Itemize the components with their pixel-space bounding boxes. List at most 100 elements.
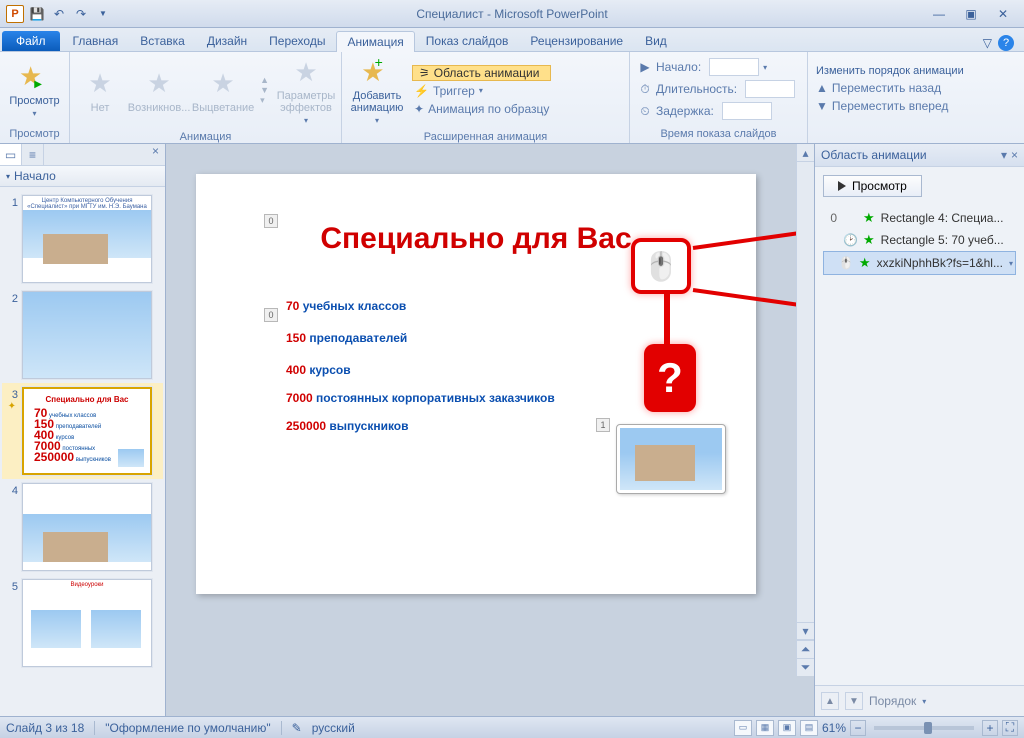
quick-access-toolbar: P 💾 ↶ ↷ ▼ bbox=[0, 5, 112, 23]
status-bar: Слайд 3 из 18 "Оформление по умолчанию" … bbox=[0, 716, 1024, 738]
duration-icon: ⏱ bbox=[638, 82, 652, 96]
prev-slide-icon[interactable]: ⏶ bbox=[797, 640, 814, 658]
effect-none[interactable]: ★Нет bbox=[76, 66, 124, 116]
animation-painter-button[interactable]: ✦Анимация по образцу bbox=[412, 101, 551, 117]
pane-close-icon[interactable]: × bbox=[1011, 148, 1018, 162]
scroll-up-icon[interactable]: ▴ bbox=[797, 144, 814, 162]
delay-icon: ⏲ bbox=[638, 104, 652, 118]
effect-options-button[interactable]: ★Параметры эффектов▾ bbox=[277, 54, 335, 127]
help-icon[interactable]: ? bbox=[998, 35, 1014, 51]
timing-start[interactable]: ▶Начало:▾ bbox=[636, 57, 797, 77]
tab-insert[interactable]: Вставка bbox=[129, 30, 196, 51]
fit-to-window-icon[interactable]: ⛶ bbox=[1002, 720, 1018, 736]
trigger-button[interactable]: ⚡Триггер ▾ bbox=[412, 83, 551, 99]
thumbnail-3[interactable]: 3✦ Специально для Вас 70 учебных классов… bbox=[2, 383, 163, 479]
zoom-out-button[interactable]: − bbox=[850, 720, 866, 736]
slides-panel: ▭ ≡ × ▾Начало 1 Центр Компьютерного Обуч… bbox=[0, 144, 166, 716]
next-slide-icon[interactable]: ⏷ bbox=[797, 658, 814, 676]
group-timing: ▶Начало:▾ ⏱Длительность: ⏲Задержка: Врем… bbox=[630, 52, 808, 143]
add-animation-button[interactable]: ★+Добавить анимацию▾ bbox=[348, 54, 406, 127]
group-animation: ★Нет ★Возникнов... ★Выцветание ▲▼▾ ★Пара… bbox=[70, 52, 342, 143]
minimize-button[interactable]: ― bbox=[928, 7, 950, 21]
title-bar: P 💾 ↶ ↷ ▼ Специалист - Microsoft PowerPo… bbox=[0, 0, 1024, 28]
save-icon[interactable]: 💾 bbox=[28, 5, 46, 23]
effect-star-icon: ★ bbox=[859, 255, 871, 271]
reorder-up-icon[interactable]: ▲ bbox=[821, 692, 839, 710]
start-input[interactable] bbox=[709, 58, 759, 76]
zoom-slider[interactable] bbox=[874, 726, 974, 730]
ribbon-minimize-icon[interactable]: ▽ bbox=[983, 36, 992, 50]
tab-view[interactable]: Вид bbox=[634, 30, 678, 51]
file-tab[interactable]: Файл bbox=[2, 31, 60, 51]
animation-pane-icon: ⚞ bbox=[419, 66, 430, 80]
thumbnails-list[interactable]: 1 Центр Компьютерного Обучения «Специали… bbox=[0, 187, 165, 716]
thumbnail-4[interactable]: 4 bbox=[2, 479, 163, 575]
anim-item-2[interactable]: 🕑 ★ Rectangle 5: 70 учеб... bbox=[823, 229, 1016, 251]
painter-icon: ✦ bbox=[414, 102, 424, 116]
tab-slideshow[interactable]: Показ слайдов bbox=[415, 30, 520, 51]
zoom-in-button[interactable]: + bbox=[982, 720, 998, 736]
canvas-scrollbar[interactable]: ▴ ▾ ⏶⏷ bbox=[796, 144, 814, 676]
status-language[interactable]: русский bbox=[312, 721, 355, 735]
gallery-scroll[interactable]: ▲▼▾ bbox=[258, 75, 271, 106]
effect-star-icon: ★ bbox=[863, 232, 875, 248]
group-reorder: Изменить порядок анимации ▲Переместить н… bbox=[808, 52, 1024, 143]
close-button[interactable]: ✕ bbox=[992, 7, 1014, 21]
thumbnails-tab-icon[interactable]: ▭ bbox=[0, 144, 22, 165]
mouse-icon: 🖱️ bbox=[644, 250, 679, 283]
callout-question: ? bbox=[644, 344, 696, 412]
pane-dropdown-icon[interactable]: ▾ bbox=[1001, 148, 1007, 162]
zoom-level: 61% bbox=[822, 721, 846, 735]
maximize-button[interactable]: ▣ bbox=[960, 7, 982, 21]
close-panel-icon[interactable]: × bbox=[146, 144, 165, 165]
animation-pane-footer: ▲ ▼ Порядок ▾ bbox=[815, 685, 1024, 716]
undo-icon[interactable]: ↶ bbox=[50, 5, 68, 23]
view-normal-icon[interactable]: ▭ bbox=[734, 720, 752, 736]
reorder-down-icon[interactable]: ▼ bbox=[845, 692, 863, 710]
anim-item-1[interactable]: 0 ★ Rectangle 4: Специа... bbox=[823, 207, 1016, 229]
tab-design[interactable]: Дизайн bbox=[196, 30, 258, 51]
tab-home[interactable]: Главная bbox=[62, 30, 130, 51]
thumbnail-1[interactable]: 1 Центр Компьютерного Обучения «Специали… bbox=[2, 191, 163, 287]
scroll-down-icon[interactable]: ▾ bbox=[797, 622, 814, 640]
thumbnail-2[interactable]: 2 ЛУЧШИЙ КОМПЬЮТЕРНЫЙ bbox=[2, 287, 163, 383]
view-sorter-icon[interactable]: ▦ bbox=[756, 720, 774, 736]
thumbnail-5[interactable]: 5 Видеоуроки bbox=[2, 575, 163, 671]
group-label-preview: Просмотр bbox=[0, 126, 69, 143]
anim-tag-1[interactable]: 1 bbox=[596, 418, 610, 432]
effect-appear[interactable]: ★Возникнов... bbox=[130, 66, 188, 116]
spellcheck-icon[interactable]: ✎ bbox=[292, 721, 302, 735]
duration-input[interactable] bbox=[745, 80, 795, 98]
animation-pane-toggle[interactable]: ⚞Область анимации bbox=[412, 65, 551, 81]
move-earlier-button[interactable]: ▲Переместить назад bbox=[814, 80, 966, 96]
play-animations-button[interactable]: Просмотр bbox=[823, 175, 922, 197]
effect-fade[interactable]: ★Выцветание bbox=[194, 66, 252, 116]
qat-dropdown-icon[interactable]: ▼ bbox=[94, 5, 112, 23]
preview-button[interactable]: ★▶ Просмотр ▾ bbox=[6, 59, 63, 120]
redo-icon[interactable]: ↷ bbox=[72, 5, 90, 23]
view-reading-icon[interactable]: ▣ bbox=[778, 720, 796, 736]
status-theme: "Оформление по умолчанию" bbox=[105, 721, 270, 735]
anim-item-3[interactable]: 🖱️ ★ xxzkiNphhBk?fs=1&hl... ▾ bbox=[823, 251, 1016, 275]
section-header[interactable]: ▾Начало bbox=[0, 166, 165, 187]
timing-duration[interactable]: ⏱Длительность: bbox=[636, 79, 797, 99]
slide-image[interactable] bbox=[616, 424, 726, 494]
tab-review[interactable]: Рецензирование bbox=[519, 30, 634, 51]
animation-indicator-icon: ✦ bbox=[2, 401, 16, 412]
view-slideshow-icon[interactable]: ▤ bbox=[800, 720, 818, 736]
trigger-icon: ⚡ bbox=[414, 84, 429, 98]
window-title: Специалист - Microsoft PowerPoint bbox=[0, 7, 1024, 21]
callout-stem bbox=[664, 292, 670, 348]
anim-tag-0b[interactable]: 0 bbox=[264, 308, 278, 322]
effect-star-icon: ★ bbox=[863, 210, 875, 226]
delay-input[interactable] bbox=[722, 102, 772, 120]
animation-pane: Область анимации ▾× Просмотр 0 ★ Rectang… bbox=[814, 144, 1024, 716]
tab-transitions[interactable]: Переходы bbox=[258, 30, 336, 51]
group-advanced-animation: ★+Добавить анимацию▾ ⚞Область анимации ⚡… bbox=[342, 52, 630, 143]
anim-tag-0a[interactable]: 0 bbox=[264, 214, 278, 228]
move-later-button[interactable]: ▼Переместить вперед bbox=[814, 98, 966, 114]
group-label-timing: Время показа слайдов bbox=[630, 126, 807, 143]
timing-delay[interactable]: ⏲Задержка: bbox=[636, 101, 797, 121]
tab-animation[interactable]: Анимация bbox=[336, 31, 414, 52]
outline-tab-icon[interactable]: ≡ bbox=[22, 144, 44, 165]
